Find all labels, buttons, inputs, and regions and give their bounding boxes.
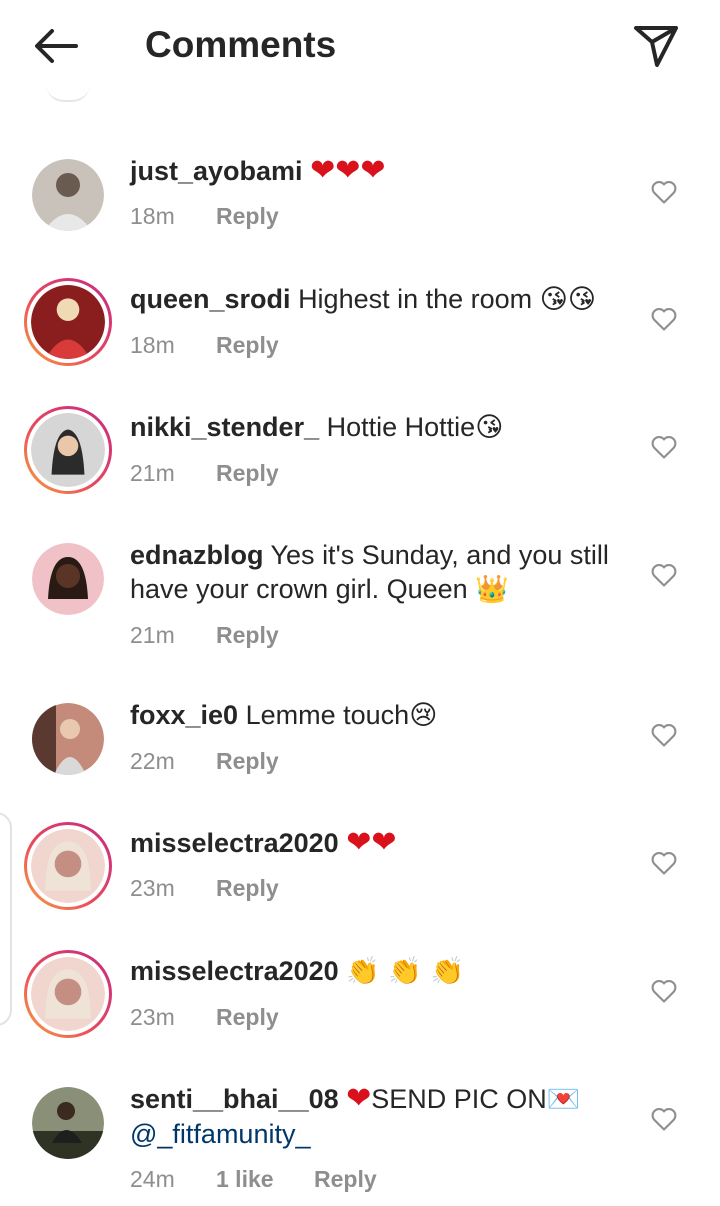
heart-emoji: ❤❤❤	[310, 153, 386, 188]
comment-time: 22m	[130, 748, 175, 774]
arrow-left-icon	[35, 29, 78, 63]
comment-time: 21m	[130, 622, 175, 648]
heart-outline-icon[interactable]	[650, 561, 678, 589]
heart-outline-icon[interactable]	[650, 721, 678, 749]
comment-text: Highest in the room	[298, 284, 533, 314]
top-bar: Comments	[0, 0, 720, 92]
comment-time: 18m	[130, 203, 175, 229]
comment-time: 23m	[130, 1004, 175, 1030]
heart-emoji: ❤❤	[346, 825, 397, 860]
crown-emoji: 👑	[475, 574, 509, 605]
side-sheet-edge	[0, 812, 12, 1026]
comment-username[interactable]: ednazblog	[130, 540, 264, 570]
kiss-emoji: 😘😘	[539, 284, 596, 315]
comment-time: 21m	[130, 460, 175, 486]
heart-outline-icon[interactable]	[650, 433, 678, 461]
direct-message-button[interactable]	[628, 20, 684, 72]
back-button[interactable]	[28, 22, 84, 70]
comment-username[interactable]: foxx_ie0	[130, 700, 238, 730]
heart-outline-icon[interactable]	[650, 849, 678, 877]
reply-button[interactable]: Reply	[216, 1003, 279, 1031]
heart-outline-icon[interactable]	[650, 1105, 678, 1133]
avatar[interactable]	[24, 950, 112, 1038]
heart-outline-icon[interactable]	[650, 977, 678, 1005]
comment-time: 24m	[130, 1166, 175, 1192]
avatar[interactable]	[32, 1087, 104, 1159]
comment-text: SEND PIC ON	[371, 1084, 547, 1114]
comment-time: 18m	[130, 332, 175, 358]
crying-emoji: 😢	[409, 700, 438, 731]
avatar[interactable]	[24, 822, 112, 910]
comment-username[interactable]: misselectra2020	[130, 828, 339, 858]
paper-plane-icon	[634, 26, 678, 67]
reply-button[interactable]: Reply	[216, 621, 279, 649]
reply-button[interactable]: Reply	[216, 747, 279, 775]
comment-time: 23m	[130, 875, 175, 901]
reply-button[interactable]: Reply	[314, 1165, 377, 1193]
comment-username[interactable]: nikki_stender_	[130, 412, 319, 442]
page-title: Comments	[145, 24, 337, 65]
reply-button[interactable]: Reply	[216, 459, 279, 487]
avatar[interactable]	[32, 543, 104, 615]
mention-link[interactable]: @_fitfamunity_	[130, 1119, 310, 1149]
comment-text: Lemme touch	[245, 700, 410, 730]
avatar[interactable]	[32, 703, 104, 775]
reply-button[interactable]: Reply	[216, 331, 279, 359]
kiss-emoji: 😘	[475, 412, 504, 443]
comment-username[interactable]: just_ayobami	[130, 156, 303, 186]
comment-username[interactable]: misselectra2020	[130, 956, 339, 986]
heart-emoji: ❤	[346, 1081, 372, 1116]
avatar[interactable]	[24, 406, 112, 494]
previous-avatar-edge	[46, 84, 90, 102]
comment-text: Hottie Hottie	[326, 412, 476, 442]
clap-emoji: 👏 👏 👏	[346, 956, 465, 987]
avatar[interactable]	[24, 278, 112, 366]
comment-username[interactable]: senti__bhai__08	[130, 1084, 339, 1114]
comment-username[interactable]: queen_srodi	[130, 284, 291, 314]
love-letter-emoji: 💌	[546, 1084, 581, 1115]
heart-outline-icon[interactable]	[650, 178, 678, 206]
heart-outline-icon[interactable]	[650, 305, 678, 333]
like-count[interactable]: 1 like	[216, 1165, 314, 1193]
reply-button[interactable]: Reply	[216, 874, 279, 902]
avatar[interactable]	[32, 159, 104, 231]
reply-button[interactable]: Reply	[216, 202, 279, 230]
